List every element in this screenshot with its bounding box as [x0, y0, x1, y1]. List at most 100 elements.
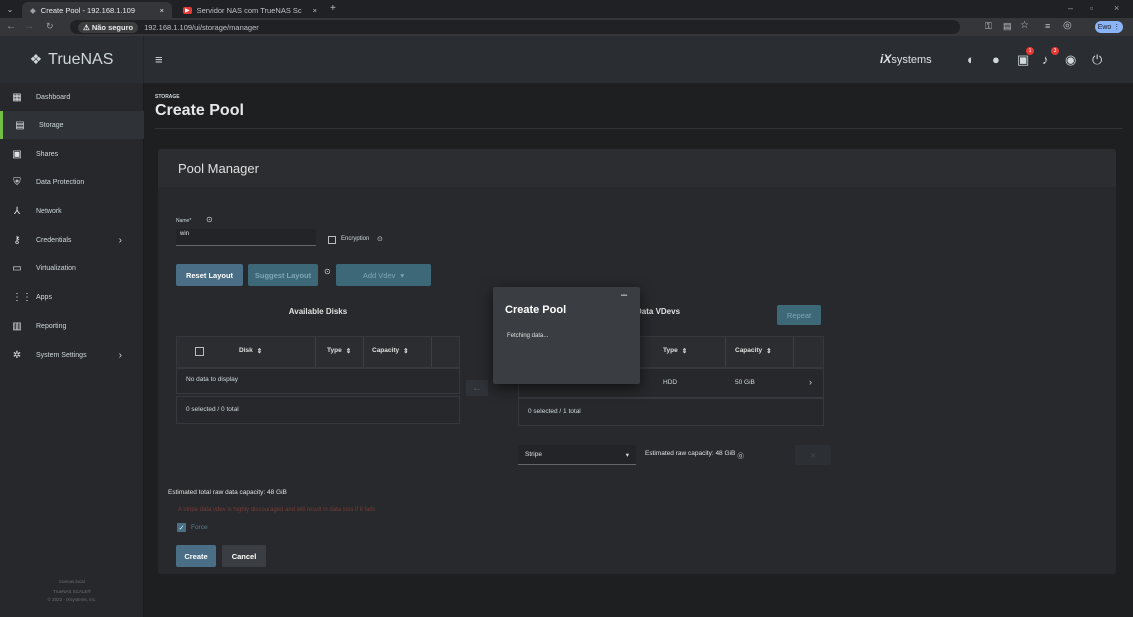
- close-window-icon[interactable]: ×: [1114, 3, 1119, 13]
- minimize-window-icon[interactable]: –: [1068, 3, 1073, 13]
- truenas-logo[interactable]: ❖ TrueNAS: [0, 36, 144, 83]
- column-type[interactable]: Type ⇕: [663, 347, 687, 355]
- remove-vdev-button[interactable]: ✕: [795, 445, 831, 465]
- hostname-text: truenas.local: [59, 579, 85, 584]
- pool-manager-header: [158, 149, 1116, 187]
- sidebar-item-label: Reporting: [36, 322, 67, 330]
- select-all-checkbox[interactable]: [195, 347, 204, 356]
- address-bar[interactable]: ⚠ Não seguro 192.168.1.109/ui/storage/ma…: [70, 20, 960, 34]
- close-icon[interactable]: ×: [313, 6, 317, 15]
- help-icon[interactable]: ⓪: [737, 450, 744, 460]
- repeat-button[interactable]: Repeat: [777, 305, 821, 325]
- sidebar-item-data-protection[interactable]: ⛨ Data Protection: [0, 168, 144, 196]
- password-key-icon[interactable]: ⚿: [985, 21, 992, 32]
- sidebar-item-dashboard[interactable]: ▦ Dashboard: [0, 83, 144, 111]
- sort-icon: ⇕: [256, 348, 263, 355]
- truecommand-icon[interactable]: ◐: [967, 52, 975, 67]
- sort-icon: ⇕: [681, 348, 688, 355]
- sidebar-item-label: Network: [36, 207, 62, 215]
- create-button[interactable]: Create: [176, 545, 216, 567]
- pool-name-input[interactable]: win: [176, 229, 316, 246]
- account-icon[interactable]: ◉: [1065, 52, 1076, 68]
- force-label: Force: [191, 524, 208, 531]
- ixsystems-logo[interactable]: iX systems: [880, 52, 932, 66]
- column-type[interactable]: Type ⇕: [327, 347, 351, 355]
- jobs-badge: 1: [1026, 47, 1034, 55]
- sidebar-item-network[interactable]: ⅄ Network: [0, 197, 144, 225]
- sidebar-item-label: System Settings: [36, 351, 87, 359]
- column-label: Type: [327, 347, 342, 354]
- bookmark-star-icon[interactable]: ☆: [1020, 20, 1029, 31]
- security-chip[interactable]: ⚠ Não seguro: [78, 21, 139, 33]
- restore-window-icon[interactable]: ▫: [1090, 3, 1093, 13]
- extensions-icon[interactable]: ◎: [1063, 20, 1072, 31]
- cancel-button[interactable]: Cancel: [222, 545, 266, 567]
- truenas-logo-icon: ❖: [29, 51, 43, 67]
- column-capacity[interactable]: Capacity ⇕: [735, 347, 772, 355]
- column-capacity[interactable]: Capacity ⇕: [372, 347, 409, 355]
- info-icon[interactable]: ●: [992, 52, 1000, 67]
- force-checkbox[interactable]: ✓: [177, 523, 186, 532]
- truenas-favicon-icon: ◆: [30, 5, 36, 15]
- translate-icon[interactable]: ▤: [1003, 21, 1012, 32]
- tab-label: Servidor NAS com TrueNAS Sc: [196, 5, 302, 15]
- network-icon: ⅄: [13, 205, 21, 217]
- column-disk[interactable]: Disk ⇕: [239, 347, 262, 355]
- menu-toggle-icon[interactable]: ≡: [155, 52, 163, 67]
- reading-list-icon[interactable]: ≡: [1045, 21, 1050, 31]
- encryption-checkbox[interactable]: [328, 236, 336, 244]
- help-icon[interactable]: ⊙: [206, 215, 213, 224]
- sidebar-item-reporting[interactable]: ▥ Reporting: [0, 312, 144, 340]
- sidebar-item-label: Shares: [36, 150, 59, 158]
- estimated-total-capacity: Estimated total raw data capacity: 48 Gi…: [168, 489, 287, 496]
- chevron-right-icon: ›: [118, 234, 122, 246]
- dialog-message: Fetching data...: [507, 333, 549, 339]
- move-left-arrow-icon[interactable]: ←: [466, 380, 488, 396]
- profile-label: Ewo: [1097, 23, 1112, 31]
- add-vdev-button[interactable]: Add Vdev ▾: [336, 264, 431, 286]
- sidebar-item-virtualization[interactable]: ▭ Virtualization: [0, 254, 144, 282]
- forward-icon[interactable]: →: [24, 21, 34, 32]
- shares-icon: ▣: [12, 148, 22, 160]
- breadcrumb[interactable]: STORAGE: [155, 94, 180, 100]
- sidebar: ▦ Dashboard ▤ Storage ▣ Shares ⛨ Data Protec…: [0, 83, 144, 617]
- gear-icon: ✲: [12, 349, 22, 361]
- bell-icon[interactable]: ♪: [1042, 52, 1049, 67]
- help-icon[interactable]: ⊙: [324, 267, 331, 276]
- sort-icon: ⇕: [766, 348, 772, 355]
- profile-button[interactable]: Ewo ⋮: [1095, 21, 1123, 33]
- tab-create-pool[interactable]: ◆ Create Pool - 192.168.1.109 ×: [22, 2, 172, 18]
- divider: [363, 337, 364, 367]
- page-title: Create Pool: [155, 102, 244, 119]
- alerts-badge: 3: [1051, 47, 1059, 55]
- vdev-layout-select[interactable]: Stripe ▾: [518, 445, 636, 465]
- chart-icon: ▥: [12, 320, 22, 332]
- reload-icon[interactable]: ↻: [46, 21, 54, 32]
- stripe-warning-text: A stripe data vdev is highly discouraged…: [178, 507, 376, 513]
- back-icon[interactable]: ←: [6, 21, 16, 32]
- suggest-layout-button[interactable]: Suggest Layout: [248, 264, 318, 286]
- close-icon[interactable]: ×: [160, 6, 164, 15]
- available-disks-title: Available Disks: [288, 306, 348, 316]
- divider: [725, 337, 726, 367]
- sidebar-item-system-settings[interactable]: ✲ System Settings ›: [0, 341, 144, 369]
- monitor-icon: ▭: [12, 262, 22, 274]
- power-icon[interactable]: ⏻: [1092, 52, 1102, 68]
- tab-youtube[interactable]: ▶ Servidor NAS com TrueNAS Sc ×: [175, 2, 325, 18]
- vdev-layout-value: Stripe: [525, 451, 542, 458]
- sidebar-item-storage[interactable]: ▤ Storage: [0, 111, 144, 139]
- chevron-right-icon[interactable]: ›: [809, 377, 812, 387]
- new-tab-button[interactable]: +: [330, 3, 336, 14]
- warning-icon: ⚠: [83, 22, 92, 32]
- sidebar-item-credentials[interactable]: ⚷ Credentials ›: [0, 226, 144, 254]
- divider: [155, 128, 1123, 129]
- sidebar-item-shares[interactable]: ▣ Shares: [0, 140, 144, 168]
- tab-list-icon[interactable]: ⌄: [4, 3, 16, 15]
- help-icon[interactable]: ⊙: [377, 235, 383, 243]
- browser-tab-bar: ⌄ ◆ Create Pool - 192.168.1.109 × ▶ Serv…: [0, 0, 1133, 18]
- dialog-title: Create Pool: [505, 304, 567, 316]
- minimize-dialog-button[interactable]: –: [621, 289, 627, 301]
- sidebar-item-apps[interactable]: ⋮⋮ Apps: [0, 283, 144, 311]
- reset-layout-button[interactable]: Reset Layout: [176, 264, 243, 286]
- name-label: Name*: [176, 218, 192, 224]
